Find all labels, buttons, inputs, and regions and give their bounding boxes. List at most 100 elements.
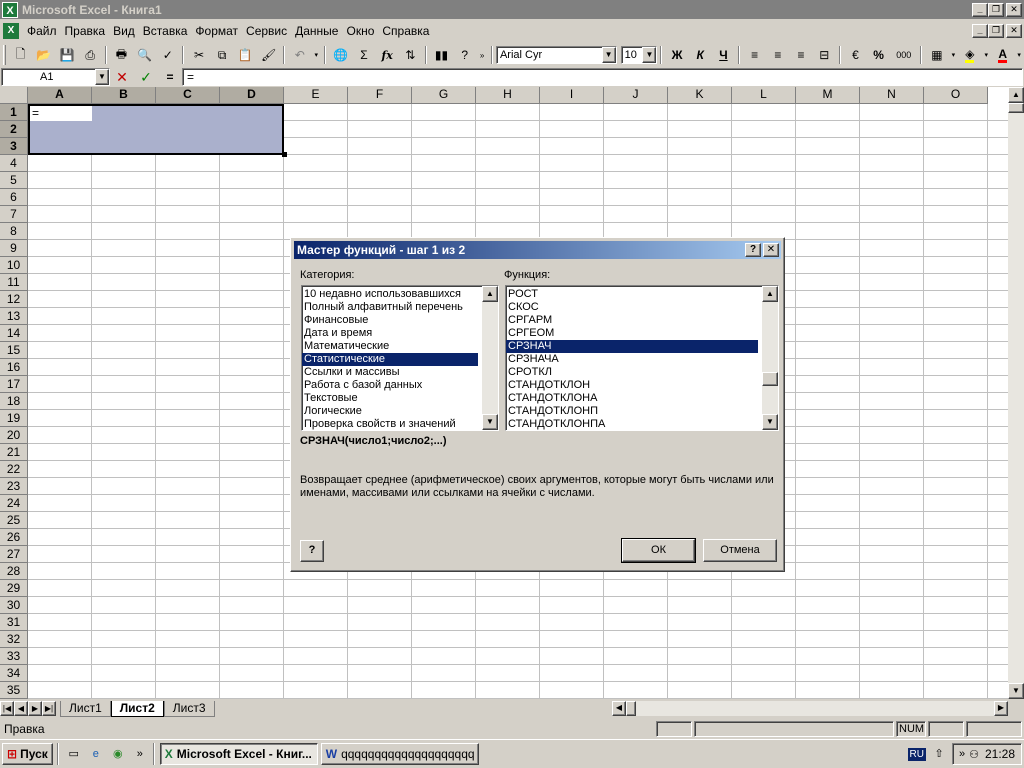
hyperlink-icon[interactable]: 🌐 bbox=[330, 44, 351, 66]
row-header-15[interactable]: 15 bbox=[0, 342, 28, 359]
category-item[interactable]: Логические bbox=[302, 405, 478, 418]
category-item[interactable]: Финансовые bbox=[302, 314, 478, 327]
print-preview-icon[interactable]: 🔍 bbox=[134, 44, 155, 66]
row-header-2[interactable]: 2 bbox=[0, 121, 28, 138]
internet-explorer-icon[interactable]: e bbox=[87, 745, 105, 763]
edit-formula-button[interactable]: = bbox=[159, 66, 181, 88]
column-header-G[interactable]: G bbox=[412, 87, 476, 104]
row-header-26[interactable]: 26 bbox=[0, 529, 28, 546]
scroll-up-icon[interactable]: ▲ bbox=[1008, 87, 1024, 103]
category-item[interactable]: 10 недавно использовавшихся bbox=[302, 288, 478, 301]
thousands-button[interactable]: 000 bbox=[891, 44, 916, 66]
font-color-icon[interactable]: A bbox=[992, 44, 1013, 66]
row-header-14[interactable]: 14 bbox=[0, 325, 28, 342]
row-header-17[interactable]: 17 bbox=[0, 376, 28, 393]
column-header-H[interactable]: H bbox=[476, 87, 540, 104]
menu-item-7[interactable]: Окно bbox=[342, 24, 378, 38]
open-icon[interactable]: 📂 bbox=[33, 44, 54, 66]
row-header-23[interactable]: 23 bbox=[0, 478, 28, 495]
sheet-tab-1[interactable]: Лист1 bbox=[60, 700, 111, 717]
scroll-down-icon[interactable]: ▼ bbox=[1008, 683, 1024, 699]
function-item[interactable]: СРГАРМ bbox=[506, 314, 758, 327]
dialog-help-button[interactable]: ? bbox=[745, 243, 761, 257]
excel-icon[interactable]: X bbox=[2, 1, 18, 18]
help-icon[interactable]: ? bbox=[454, 44, 475, 66]
autosum-icon[interactable]: Σ bbox=[353, 44, 374, 66]
chevron-down-icon[interactable]: ▼ bbox=[601, 47, 616, 63]
row-header-25[interactable]: 25 bbox=[0, 512, 28, 529]
minimize-button[interactable]: _ bbox=[972, 2, 988, 17]
cancel-entry-icon[interactable]: ✕ bbox=[111, 66, 133, 88]
chevron-down-icon[interactable]: ▼ bbox=[642, 47, 657, 63]
column-header-E[interactable]: E bbox=[284, 87, 348, 104]
row-header-10[interactable]: 10 bbox=[0, 257, 28, 274]
last-sheet-icon[interactable]: ▶| bbox=[42, 701, 56, 716]
prev-sheet-icon[interactable]: ◀ bbox=[14, 701, 28, 716]
copy-icon[interactable]: ⧉ bbox=[212, 44, 233, 66]
borders-dropdown-icon[interactable]: ▾ bbox=[950, 44, 958, 66]
help-on-function-button[interactable]: ? bbox=[300, 540, 324, 562]
scroll-up-icon[interactable]: ▲ bbox=[482, 286, 498, 302]
fill-color-icon[interactable]: ◈ bbox=[959, 44, 980, 66]
column-header-D[interactable]: D bbox=[220, 87, 284, 104]
column-header-I[interactable]: I bbox=[540, 87, 604, 104]
category-item[interactable]: Дата и время bbox=[302, 327, 478, 340]
row-header-13[interactable]: 13 bbox=[0, 308, 28, 325]
scroll-thumb[interactable] bbox=[1008, 103, 1024, 113]
underline-button[interactable]: Ч bbox=[713, 44, 734, 66]
menu-item-6[interactable]: Данные bbox=[291, 24, 342, 38]
column-header-M[interactable]: M bbox=[796, 87, 860, 104]
category-item[interactable]: Статистические bbox=[302, 353, 478, 366]
sheet-tab-3[interactable]: Лист3 bbox=[163, 700, 215, 717]
fill-dropdown-icon[interactable]: ▾ bbox=[982, 44, 990, 66]
category-listbox[interactable]: 10 недавно использовавшихся Полный алфави… bbox=[301, 285, 499, 431]
insert-function-icon[interactable]: fx bbox=[377, 44, 398, 66]
scroll-down-icon[interactable]: ▼ bbox=[762, 414, 778, 430]
row-header-9[interactable]: 9 bbox=[0, 240, 28, 257]
row-header-6[interactable]: 6 bbox=[0, 189, 28, 206]
row-header-12[interactable]: 12 bbox=[0, 291, 28, 308]
row-header-1[interactable]: 1 bbox=[0, 104, 28, 121]
scroll-down-icon[interactable]: ▼ bbox=[482, 414, 498, 430]
merge-center-icon[interactable]: ⊟ bbox=[814, 44, 835, 66]
show-desktop-icon[interactable]: ▭ bbox=[65, 745, 83, 763]
function-item[interactable]: СРЗНАЧ bbox=[506, 340, 758, 353]
chart-wizard-icon[interactable]: ▮▮ bbox=[431, 44, 452, 66]
cut-icon[interactable]: ✂ bbox=[188, 44, 209, 66]
row-header-5[interactable]: 5 bbox=[0, 172, 28, 189]
column-header-L[interactable]: L bbox=[732, 87, 796, 104]
sort-icon[interactable]: ⇅ bbox=[400, 44, 421, 66]
fill-handle[interactable] bbox=[282, 152, 287, 157]
formula-input[interactable]: = bbox=[182, 68, 1023, 86]
save-icon[interactable]: 💾 bbox=[56, 44, 77, 66]
menu-item-2[interactable]: Вид bbox=[109, 24, 139, 38]
undo-dropdown-icon[interactable]: ▾ bbox=[312, 44, 320, 66]
row-header-28[interactable]: 28 bbox=[0, 563, 28, 580]
sheet-tab-2[interactable]: Лист2 bbox=[110, 700, 164, 717]
toolbar-options-icon[interactable]: » bbox=[477, 44, 487, 66]
function-item[interactable]: СТАНДОТКЛОН bbox=[506, 379, 758, 392]
category-item[interactable]: Проверка свойств и значений bbox=[302, 418, 478, 430]
menu-item-5[interactable]: Сервис bbox=[242, 24, 291, 38]
cancel-button[interactable]: Отмена bbox=[703, 539, 777, 562]
new-icon[interactable]: 🗋 bbox=[10, 44, 31, 66]
print-icon[interactable]: 🖶 bbox=[111, 44, 132, 66]
first-sheet-icon[interactable]: |◀ bbox=[0, 701, 14, 716]
spelling-icon[interactable]: ✓ bbox=[157, 44, 178, 66]
column-header-C[interactable]: C bbox=[156, 87, 220, 104]
cell-a1[interactable]: = bbox=[28, 104, 92, 121]
row-header-7[interactable]: 7 bbox=[0, 206, 28, 223]
function-item[interactable]: СРГЕОМ bbox=[506, 327, 758, 340]
row-header-34[interactable]: 34 bbox=[0, 665, 28, 682]
row-header-35[interactable]: 35 bbox=[0, 682, 28, 699]
menu-item-8[interactable]: Справка bbox=[378, 24, 433, 38]
row-header-11[interactable]: 11 bbox=[0, 274, 28, 291]
tray-chevron-icon[interactable]: » bbox=[959, 748, 965, 760]
row-header-19[interactable]: 19 bbox=[0, 410, 28, 427]
row-header-18[interactable]: 18 bbox=[0, 393, 28, 410]
row-header-32[interactable]: 32 bbox=[0, 631, 28, 648]
paste-icon[interactable]: 📋 bbox=[235, 44, 256, 66]
scroll-thumb[interactable] bbox=[762, 372, 778, 386]
column-header-B[interactable]: B bbox=[92, 87, 156, 104]
task-word[interactable]: W qqqqqqqqqqqqqqqqqqqqq... bbox=[320, 743, 479, 765]
